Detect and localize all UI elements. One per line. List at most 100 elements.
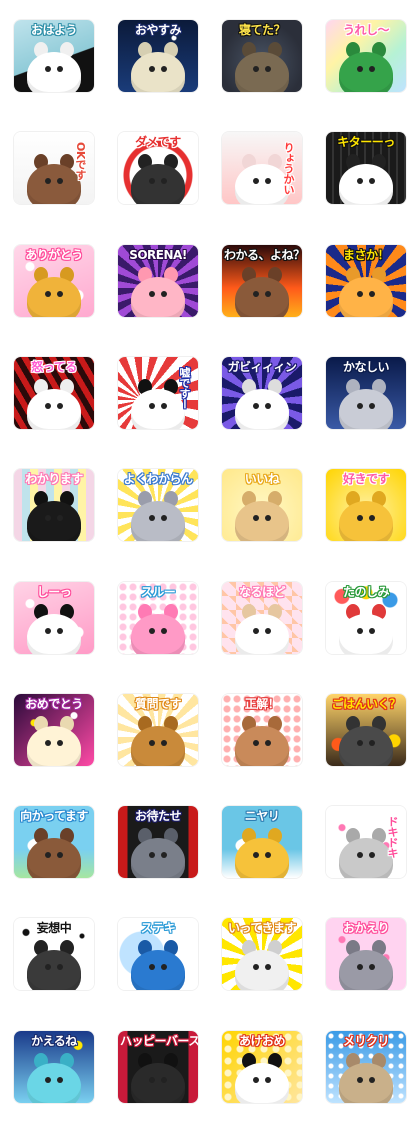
sticker-tile[interactable]: よくわからん — [118, 469, 198, 541]
sticker-tile[interactable]: ガビィィィン — [222, 357, 302, 429]
animal-eye-left — [149, 740, 155, 746]
animal-eye-right — [57, 964, 63, 970]
sticker-tile[interactable]: たのしみ — [326, 582, 406, 654]
animal-eye-right — [265, 852, 271, 858]
animal-eye-right — [369, 178, 375, 184]
animal-illustration — [339, 950, 393, 990]
animal-eye-left — [149, 964, 155, 970]
animal-eye-left — [357, 66, 363, 72]
sticker-tile[interactable]: わかる、よね？ — [222, 245, 302, 317]
sticker-tile[interactable]: まさか！ — [326, 245, 406, 317]
animal-illustration — [235, 838, 289, 878]
animal-eye-left — [45, 628, 51, 634]
animal-eye-left — [253, 740, 259, 746]
sticker-tile[interactable]: ありがとう — [14, 245, 94, 317]
sticker-tile[interactable]: おめでとう — [14, 694, 94, 766]
sticker-caption: かなしい — [342, 360, 390, 374]
sticker-tile[interactable]: ニヤリ — [222, 806, 302, 878]
sticker-tile[interactable]: SORENA! — [118, 245, 198, 317]
sticker-tile[interactable]: 寝てた？ — [222, 20, 302, 92]
sticker-tile[interactable]: 嘘ですー — [118, 357, 198, 429]
animal-eye-right — [265, 403, 271, 409]
sticker-tile[interactable]: りょうかい — [222, 132, 302, 204]
animal-eye-left — [149, 852, 155, 858]
sticker-tile[interactable]: OKです — [14, 132, 94, 204]
sticker-caption: ありがとう — [25, 248, 83, 262]
animal-illustration — [27, 950, 81, 990]
animal-illustration — [131, 52, 185, 92]
sticker-tile[interactable]: 妄想中 — [14, 918, 94, 990]
animal-eye-right — [161, 628, 167, 634]
sticker-caption: 妄想中 — [36, 921, 72, 935]
sticker-caption: なるほど — [238, 585, 286, 599]
animal-illustration — [131, 164, 185, 204]
animal-eye-right — [369, 740, 375, 746]
animal-illustration — [27, 277, 81, 317]
animal-illustration — [339, 164, 393, 204]
sticker-caption: あけおめ — [238, 1034, 286, 1048]
sticker-tile[interactable]: 怒ってる — [14, 357, 94, 429]
sticker-tile[interactable]: おはよう — [14, 20, 94, 92]
sticker-caption: まさか！ — [342, 248, 390, 262]
sticker-caption: 向かってます — [20, 809, 88, 823]
animal-eye-left — [149, 403, 155, 409]
animal-eye-left — [253, 628, 259, 634]
animal-eye-left — [45, 291, 51, 297]
sticker-tile[interactable]: 好きです — [326, 469, 406, 541]
sticker-tile[interactable]: なるほど — [222, 582, 302, 654]
animal-eye-left — [253, 852, 259, 858]
animal-eye-left — [149, 1077, 155, 1083]
animal-eye-right — [57, 66, 63, 72]
sticker-tile[interactable]: 向かってます — [14, 806, 94, 878]
animal-illustration — [27, 52, 81, 92]
sticker-tile[interactable]: お待たせ — [118, 806, 198, 878]
animal-eye-right — [161, 66, 167, 72]
animal-eye-right — [57, 628, 63, 634]
animal-eye-right — [369, 852, 375, 858]
sticker-tile[interactable]: 質問です — [118, 694, 198, 766]
animal-eye-right — [369, 628, 375, 634]
sticker-caption: 寝てた？ — [238, 23, 286, 37]
sticker-tile[interactable]: メリクリ — [326, 1031, 406, 1103]
animal-eye-left — [357, 403, 363, 409]
sticker-caption: ニヤリ — [244, 809, 280, 823]
animal-eye-right — [265, 1077, 271, 1083]
sticker-tile[interactable]: ハッピーバースデ — [118, 1031, 198, 1103]
sticker-caption: わかる、よね？ — [224, 248, 302, 262]
sticker-tile[interactable]: ダメです — [118, 132, 198, 204]
sticker-tile[interactable]: おかえり — [326, 918, 406, 990]
sticker-tile[interactable]: わかります — [14, 469, 94, 541]
sticker-tile[interactable]: かえるね — [14, 1031, 94, 1103]
animal-eye-right — [57, 403, 63, 409]
sticker-tile[interactable]: しーっ — [14, 582, 94, 654]
animal-illustration — [235, 726, 289, 766]
sticker-tile[interactable]: おやすみ — [118, 20, 198, 92]
animal-illustration — [339, 1063, 393, 1103]
animal-illustration — [131, 950, 185, 990]
animal-illustration — [27, 614, 81, 654]
sticker-caption: ステキ — [140, 921, 176, 935]
sticker-tile[interactable]: キターーっ — [326, 132, 406, 204]
animal-eye-left — [253, 66, 259, 72]
sticker-tile[interactable]: スルー — [118, 582, 198, 654]
sticker-grid: おはよう おやすみ 寝てた？ うれし～ OKです ダメです りょうかい キターーっありがとう S… — [0, 0, 420, 1121]
sticker-tile[interactable]: ドキドキ — [326, 806, 406, 878]
sticker-caption: 嘘ですー — [178, 367, 191, 409]
animal-eye-left — [253, 964, 259, 970]
sticker-tile[interactable]: 正解！ — [222, 694, 302, 766]
sticker-caption: たのしみ — [342, 585, 390, 599]
sticker-tile[interactable]: いいね — [222, 469, 302, 541]
animal-eye-left — [357, 1077, 363, 1083]
sticker-tile[interactable]: ごはんいく？ — [326, 694, 406, 766]
sticker-tile[interactable]: ステキ — [118, 918, 198, 990]
sticker-tile[interactable]: あけおめ — [222, 1031, 302, 1103]
sticker-caption: おやすみ — [134, 23, 182, 37]
animal-eye-left — [357, 740, 363, 746]
sticker-tile[interactable]: かなしい — [326, 357, 406, 429]
sticker-tile[interactable]: うれし～ — [326, 20, 406, 92]
sticker-caption: SORENA! — [129, 248, 187, 262]
sticker-tile[interactable]: いってきます — [222, 918, 302, 990]
animal-illustration — [339, 389, 393, 429]
animal-eye-right — [57, 740, 63, 746]
animal-eye-left — [357, 964, 363, 970]
